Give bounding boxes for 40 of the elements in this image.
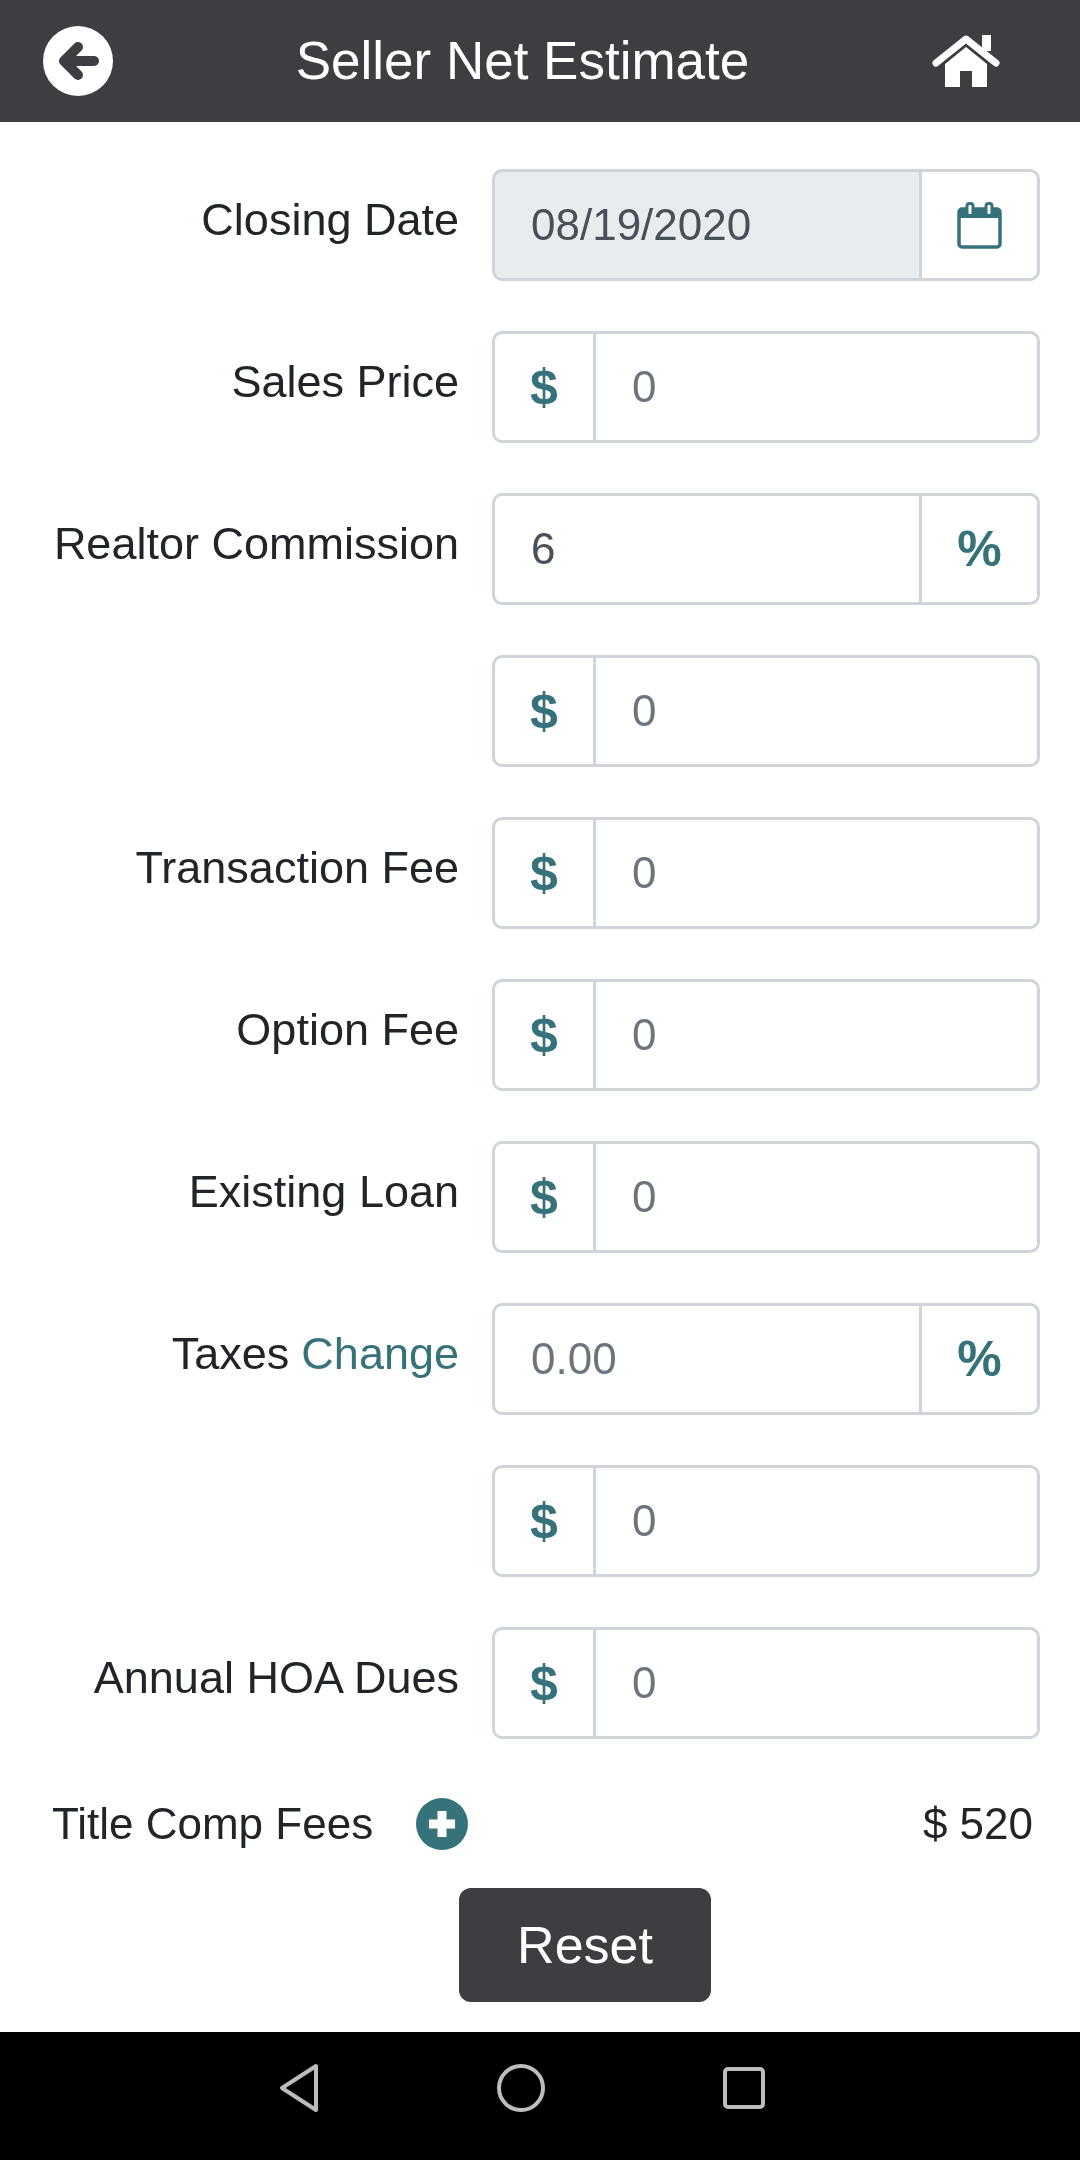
input-addon: $	[492, 1465, 596, 1577]
fee-amount: $ 520	[922, 1798, 1033, 1850]
home-icon[interactable]	[932, 33, 1000, 89]
input-field[interactable]: 0	[596, 1141, 1040, 1253]
field-label: Realtor Commission	[53, 517, 459, 571]
screen-title: Seller Net Estimate	[294, 30, 751, 92]
add-icon[interactable]	[416, 1797, 469, 1850]
input-addon: $	[492, 1627, 596, 1739]
input-field[interactable]: 0	[596, 1465, 1040, 1577]
field-label: Annual HOA Dues	[93, 1651, 459, 1705]
field-label: Taxes	[171, 1327, 290, 1381]
field-label: Option Fee	[236, 1003, 459, 1057]
input-field[interactable]: 0.00	[492, 1303, 922, 1415]
input-addon: $	[492, 979, 596, 1091]
fee-label: Title Comp Fees	[52, 1798, 374, 1850]
input-addon: %	[922, 1303, 1040, 1415]
field-label: Closing Date	[201, 193, 459, 247]
field-label: Existing Loan	[188, 1165, 459, 1219]
calendar-button[interactable]	[922, 169, 1040, 281]
input-field[interactable]: 0	[596, 1627, 1040, 1739]
change-link[interactable]: Change	[301, 1327, 459, 1381]
nav-recents-icon[interactable]	[723, 2067, 765, 2109]
field-label: Sales Price	[231, 355, 459, 409]
input-addon: $	[492, 655, 596, 767]
input-addon: $	[492, 331, 596, 443]
input-addon: %	[922, 493, 1040, 605]
reset-button[interactable]: Reset	[459, 1888, 711, 2002]
back-icon[interactable]	[43, 26, 113, 96]
input-addon: $	[492, 817, 596, 929]
input-field[interactable]: 0	[596, 979, 1040, 1091]
nav-home-icon[interactable]	[497, 2064, 545, 2112]
calendar-icon	[957, 201, 1002, 249]
input-field[interactable]: 0	[596, 817, 1040, 929]
input-addon: $	[492, 1141, 596, 1253]
input-field[interactable]: 0	[596, 655, 1040, 767]
nav-back-icon[interactable]	[279, 2063, 319, 2113]
input-field[interactable]: 6	[492, 493, 922, 605]
input-field[interactable]: 08/19/2020	[492, 169, 922, 281]
input-field[interactable]: 0	[596, 331, 1040, 443]
field-label: Transaction Fee	[135, 841, 459, 895]
